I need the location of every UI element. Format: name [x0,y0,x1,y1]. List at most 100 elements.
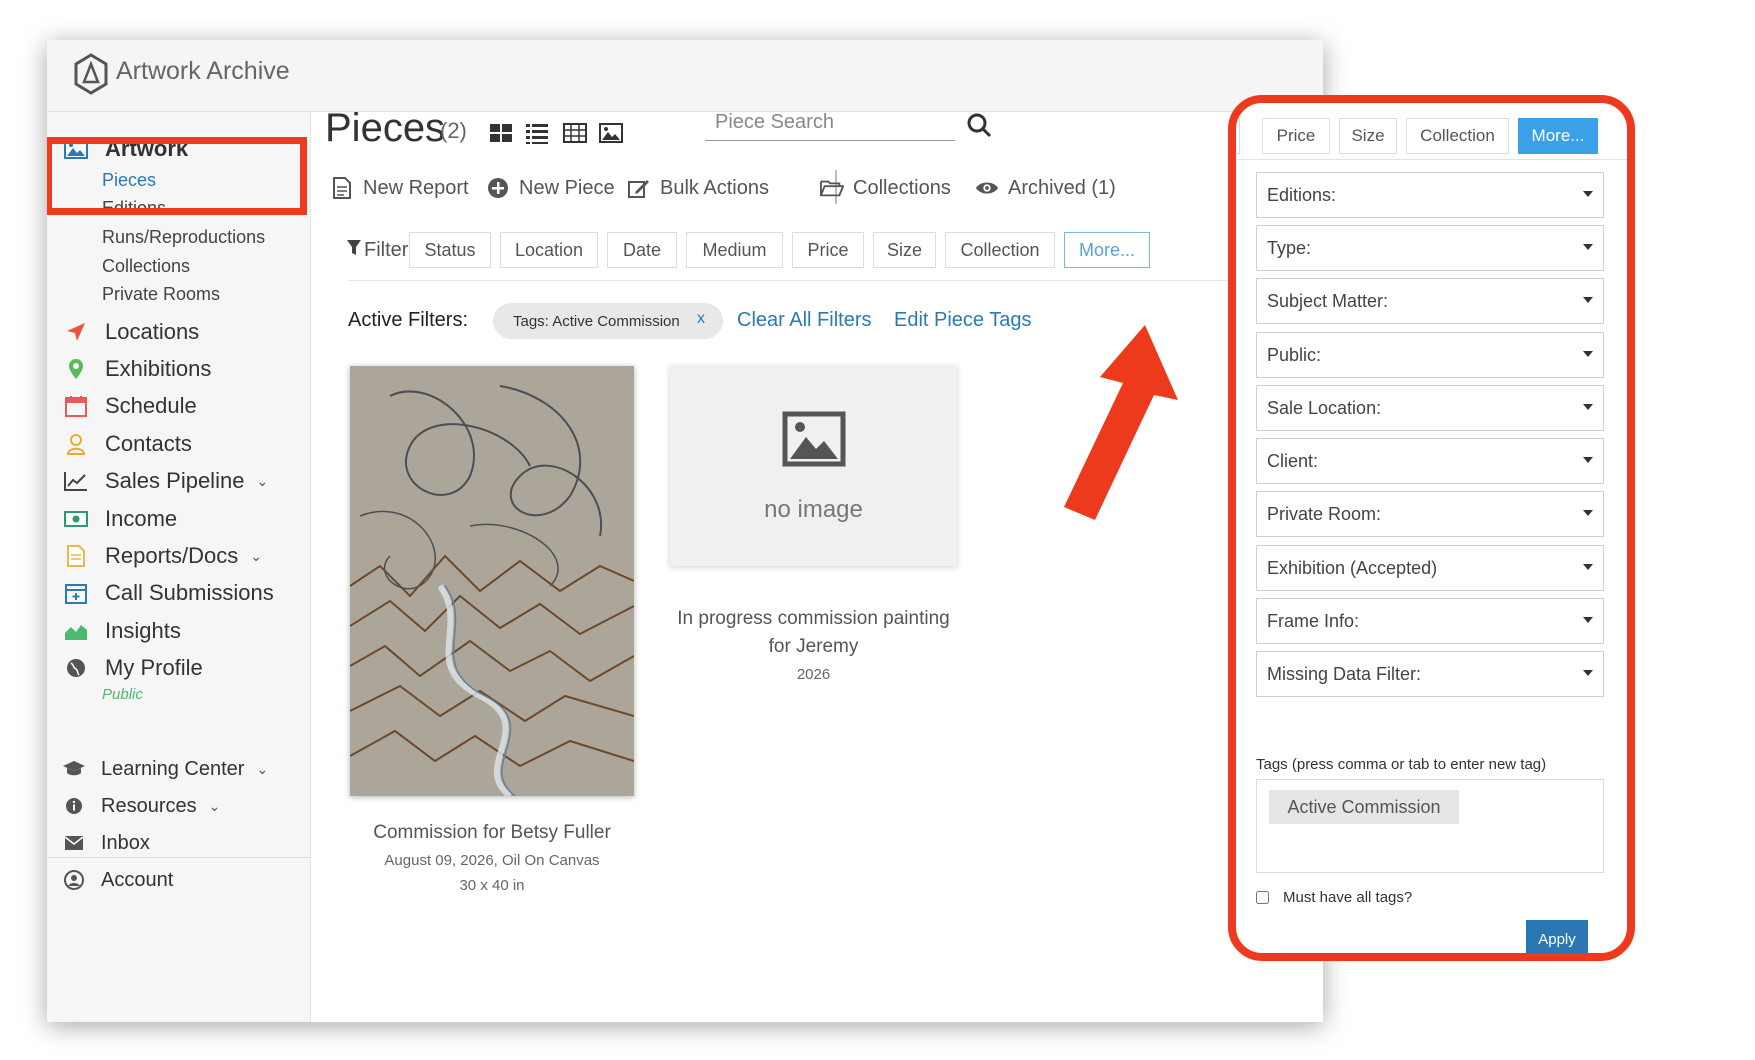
artwork-thumbnail[interactable] [350,366,634,796]
filter-label: Filter [347,239,408,262]
filter-more[interactable]: More... [1064,232,1150,268]
bulk-actions-button[interactable]: Bulk Actions [627,176,769,200]
filter-status[interactable]: Status [409,232,491,268]
caret-down-icon [1583,351,1593,357]
sidebar-item-sales-pipeline[interactable]: Sales Pipeline ⌄ [47,462,311,500]
piece-search-input[interactable] [705,105,955,141]
new-piece-button[interactable]: New Piece [486,176,615,200]
frame-info-select[interactable]: Frame Info: [1256,598,1604,644]
sidebar-item-label: Reports/Docs [105,543,239,568]
money-icon [61,507,91,531]
card-size: 30 x 40 in [459,877,525,894]
sidebar-item-schedule[interactable]: Schedule [47,387,311,425]
graduation-cap-icon [61,758,87,780]
sidebar-item-resources[interactable]: Resources ⌄ [47,789,311,823]
tag-chip[interactable]: Active Commission [1269,790,1459,824]
sidebar-item-insights[interactable]: Insights [47,612,311,650]
calendar-plus-icon [61,581,91,605]
must-have-all-tags[interactable]: Must have all tags? [1256,889,1412,906]
chevron-down-icon: ⌄ [250,547,263,564]
caret-down-icon [1583,244,1593,250]
panel-divider [1236,159,1627,160]
document-icon [61,544,91,568]
must-have-all-tags-checkbox[interactable] [1256,891,1269,904]
sidebar-sub-runs[interactable]: Runs/Reproductions [102,227,265,248]
app-title[interactable]: Artwork Archive [116,57,290,86]
artwork-thumbnail[interactable]: no image [670,366,957,566]
exhibition-select[interactable]: Exhibition (Accepted) [1256,545,1604,591]
area-chart-icon [61,619,91,643]
sidebar-item-call-submissions[interactable]: Call Submissions [47,574,311,612]
collections-button[interactable]: Collections [820,176,951,200]
sale-location-select[interactable]: Sale Location: [1256,385,1604,431]
page-title: Pieces [325,106,446,150]
sidebar-item-account[interactable]: Account [47,863,311,897]
action-label: New Piece [519,176,615,199]
sidebar-item-label: Income [105,506,178,531]
sidebar-item-income[interactable]: Income [47,500,311,538]
sidebar-sub-private-rooms[interactable]: Private Rooms [102,284,220,305]
image-view-icon[interactable] [598,120,624,146]
card-title-line2[interactable]: for Jeremy [662,636,965,658]
filter-date[interactable]: Date [607,232,677,268]
card-title[interactable]: In progress commission painting [662,608,965,630]
filter-price[interactable]: Price [792,232,864,268]
action-label: New Report [363,176,469,199]
sidebar-item-label: Account [101,868,174,891]
select-label: Type: [1267,237,1312,258]
filter-location[interactable]: Location [500,232,598,268]
sidebar-item-locations[interactable]: Locations [47,313,311,351]
red-arrow-annotation [1064,325,1178,520]
sidebar-item-learning-center[interactable]: Learning Center ⌄ [47,752,311,786]
action-label: Archived (1) [1008,176,1116,199]
sidebar-item-label: Contacts [105,431,192,456]
search-icon[interactable] [966,112,992,138]
sidebar-sub-collections[interactable]: Collections [102,256,190,277]
sidebar-item-reports[interactable]: Reports/Docs ⌄ [47,537,311,575]
sidebar-item-my-profile[interactable]: My Profile [47,649,311,687]
filter-collection[interactable]: Collection [945,232,1055,268]
tab-size[interactable]: Size [1339,118,1397,154]
clear-all-filters-link[interactable]: Clear All Filters [737,309,871,332]
sidebar-item-label: Schedule [105,393,197,418]
private-room-select[interactable]: Private Room: [1256,491,1604,537]
grid-view-icon[interactable] [488,120,514,146]
list-view-icon[interactable] [524,120,550,146]
folder-open-icon [820,176,844,200]
card-title[interactable]: Commission for Betsy Fuller [350,822,634,844]
subject-matter-select[interactable]: Subject Matter: [1256,278,1604,324]
remove-tag-button[interactable]: x [697,310,705,328]
edit-icon [627,176,651,200]
tab-collection[interactable]: Collection [1406,118,1509,154]
caret-down-icon [1583,617,1593,623]
info-icon [61,795,87,817]
table-view-icon[interactable] [562,120,588,146]
type-select[interactable]: Type: [1256,225,1604,271]
filter-size[interactable]: Size [873,232,936,268]
tags-label: Tags (press comma or tab to enter new ta… [1256,756,1547,773]
sidebar-item-label: Insights [105,618,181,643]
tab-more[interactable]: More... [1518,118,1598,154]
active-tag-label: Tags: Active Commission [513,312,680,330]
sidebar-item-contacts[interactable]: Contacts [47,425,311,463]
sidebar-item-inbox[interactable]: Inbox [47,826,311,860]
edit-piece-tags-link[interactable]: Edit Piece Tags [894,309,1032,332]
sidebar-item-label: Resources [101,794,197,817]
missing-data-filter-select[interactable]: Missing Data Filter: [1256,651,1604,697]
new-report-button[interactable]: New Report [330,176,469,200]
archived-button[interactable]: Archived (1) [975,176,1116,200]
sidebar-item-exhibitions[interactable]: Exhibitions [47,350,311,388]
chevron-down-icon: ⌄ [256,472,269,489]
public-select[interactable]: Public: [1256,332,1604,378]
filter-medium[interactable]: Medium [686,232,783,268]
editions-select[interactable]: Editions: [1256,172,1604,218]
profile-status: Public [102,686,143,703]
sidebar-item-label: Call Submissions [105,580,274,605]
apply-button[interactable]: Apply [1526,920,1588,953]
tags-input[interactable]: Active Commission [1256,779,1604,873]
sidebar-item-label: My Profile [105,655,203,680]
tab-price[interactable]: Price [1262,118,1330,154]
sidebar-item-label: Inbox [101,831,150,854]
client-select[interactable]: Client: [1256,438,1604,484]
sidebar-item-label: Locations [105,319,200,344]
